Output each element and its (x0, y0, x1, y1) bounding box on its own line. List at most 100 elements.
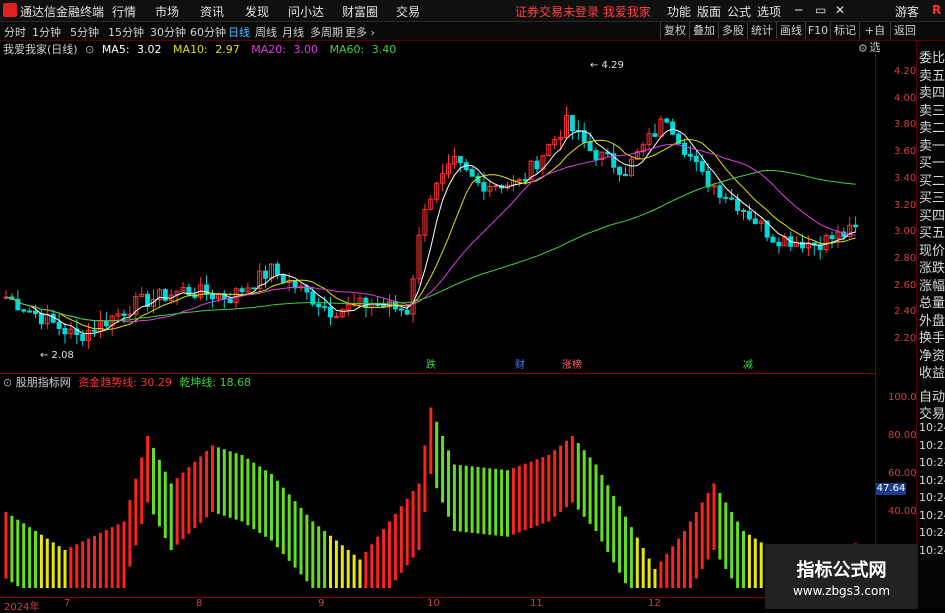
app-title: 通达信金融终端 (20, 5, 105, 19)
maximize-icon[interactable]: ▭ (815, 3, 826, 17)
period-tab[interactable]: 15分钟 (108, 24, 144, 40)
tick-time: 10:24 (919, 456, 945, 469)
candle-body (27, 310, 33, 313)
f10-button[interactable]: F10 (805, 22, 830, 39)
quote-field-label: 委比 (919, 51, 945, 66)
candle-body (623, 173, 628, 177)
draw-line-button[interactable]: 画线 (776, 22, 805, 39)
menu-item-discover[interactable]: 发现 (245, 3, 269, 20)
candle-body (404, 309, 410, 315)
candle-body (210, 293, 215, 300)
price-tick-label: 2.80 (894, 252, 917, 264)
watermark-title: 指标公式网 (796, 560, 887, 581)
ma60-label: MA60: 3.40 (329, 43, 397, 56)
candle-body (652, 133, 658, 137)
period-toolbar: 分时 1分钟 5分钟 15分钟 30分钟 60分钟 日线 周线 月线 多周期 更… (0, 22, 945, 54)
period-tab[interactable]: 月线 (282, 24, 304, 40)
overlay-button[interactable]: 叠加 (689, 22, 718, 39)
ma-info-line: 我爱我家(日线) ⊙ MA5: 3.02 MA10: 2.97 MA20: 3.… (0, 41, 404, 56)
ma5-label: MA5: 3.02 (101, 43, 162, 56)
candle-body (62, 327, 68, 335)
price-chart[interactable]: ← 4.29 ← 2.08 跌 财 涨榜 减 (0, 56, 875, 373)
candle-body (469, 168, 475, 177)
price-tick-label: 3.20 (894, 199, 917, 211)
candle-body (587, 141, 593, 152)
period-tab[interactable]: 周线 (255, 24, 277, 40)
menu-item-function[interactable]: 功能 (667, 3, 691, 20)
period-tab[interactable]: 多周期 (310, 24, 343, 40)
period-tab[interactable]: 30分钟 (150, 24, 186, 40)
candle-body (333, 316, 339, 319)
menu-item-quotes[interactable]: 行情 (112, 3, 136, 20)
quote-side-panel: 委比 卖五 卖四 卖三 卖二 卖一 买一 买二 买三 买四 买五 现价 涨跌 涨幅 总量 外盘 换手 净资 收益 自动… (916, 41, 945, 609)
period-tab[interactable]: 60分钟 (190, 24, 226, 40)
multi-stock-button[interactable]: 多股 (718, 22, 747, 39)
menu-item-market[interactable]: 市场 (155, 3, 179, 20)
period-tab[interactable]: 5分钟 (70, 24, 99, 40)
quote-field-label: 买五 (919, 226, 945, 241)
menu-item-formula[interactable]: 公式 (727, 3, 751, 20)
date-label: 9 (318, 598, 325, 609)
candle-body (752, 218, 758, 224)
candle-body (522, 179, 528, 182)
quote-field-label: 卖五 (919, 68, 945, 84)
quote-field-label: 换手 (919, 331, 945, 346)
candle-body (375, 304, 381, 307)
candle-body (493, 185, 499, 188)
candle-body (33, 310, 38, 315)
app-logo-icon (3, 3, 17, 17)
quote-field-label: 总量 (919, 296, 945, 311)
candle-body (534, 160, 540, 170)
menu-item-ask[interactable]: 问小达 (288, 3, 324, 20)
quote-field-label: 卖四 (919, 86, 945, 101)
promo-text[interactable]: 证券交易未登录 我爱我家 (515, 3, 651, 20)
date-label: 12 (648, 598, 661, 609)
more-dropdown[interactable]: 更多 › (345, 24, 375, 40)
signal-marker: 跌 (426, 358, 436, 371)
stats-button[interactable]: 统计 (747, 22, 776, 39)
quote-field-label: 涨幅 (919, 278, 945, 294)
candle-body (481, 182, 487, 192)
price-tick-label: 3.40 (894, 172, 917, 184)
chart-settings-icon[interactable]: ⚙ (858, 42, 868, 55)
close-icon[interactable]: ✕ (835, 3, 845, 17)
candle-body (398, 308, 404, 311)
tick-time: 10:24 (919, 526, 945, 539)
candle-body (263, 270, 269, 279)
auto-trade-label[interactable]: 交易 (919, 403, 945, 422)
indicator-chart[interactable] (0, 388, 875, 597)
restore-rights-button[interactable]: 复权 (660, 22, 689, 39)
quote-field-label: 净资 (919, 348, 945, 364)
candle-body (569, 115, 575, 132)
candle-body (717, 185, 723, 198)
menu-item-options[interactable]: 选项 (757, 3, 781, 20)
menu-item-layout[interactable]: 版面 (697, 3, 721, 20)
candle-body (723, 196, 729, 199)
menu-item-wealth[interactable]: 财富圈 (342, 3, 378, 20)
user-label[interactable]: 游客 (895, 3, 919, 20)
back-button[interactable]: 返回 (890, 22, 919, 39)
minimize-icon[interactable]: ─ (795, 3, 802, 17)
period-tab[interactable]: 分时 (4, 24, 26, 40)
mark-button[interactable]: 标记 (830, 22, 859, 39)
stock-name: 我爱我家(日线) (3, 43, 78, 56)
indicator-tick-label: 60.00 (888, 468, 917, 479)
add-watchlist-button[interactable]: +自选 (859, 22, 890, 54)
signal-marker: 财 (515, 358, 525, 371)
quote-field-label: 外盘 (919, 313, 945, 329)
price-tick-label: 3.60 (894, 146, 917, 158)
price-tick-label: 2.40 (894, 306, 917, 318)
period-tab[interactable]: 1分钟 (32, 24, 61, 40)
candle-body (853, 224, 859, 228)
menu-item-trade[interactable]: 交易 (396, 3, 420, 20)
menu-item-news[interactable]: 资讯 (200, 3, 224, 20)
price-tick-label: 2.20 (894, 333, 917, 344)
settings-icon[interactable]: ⊙ (85, 43, 94, 56)
indicator-tick-label: 40.00 (888, 506, 917, 517)
candle-body (705, 170, 711, 188)
period-tab-active[interactable]: 日线 (228, 24, 250, 40)
watermark-url: www.zbgs3.com (792, 584, 891, 598)
candle-body (227, 298, 233, 303)
price-tick-label: 4.00 (894, 92, 917, 104)
tick-time: 10:23 (919, 438, 945, 452)
